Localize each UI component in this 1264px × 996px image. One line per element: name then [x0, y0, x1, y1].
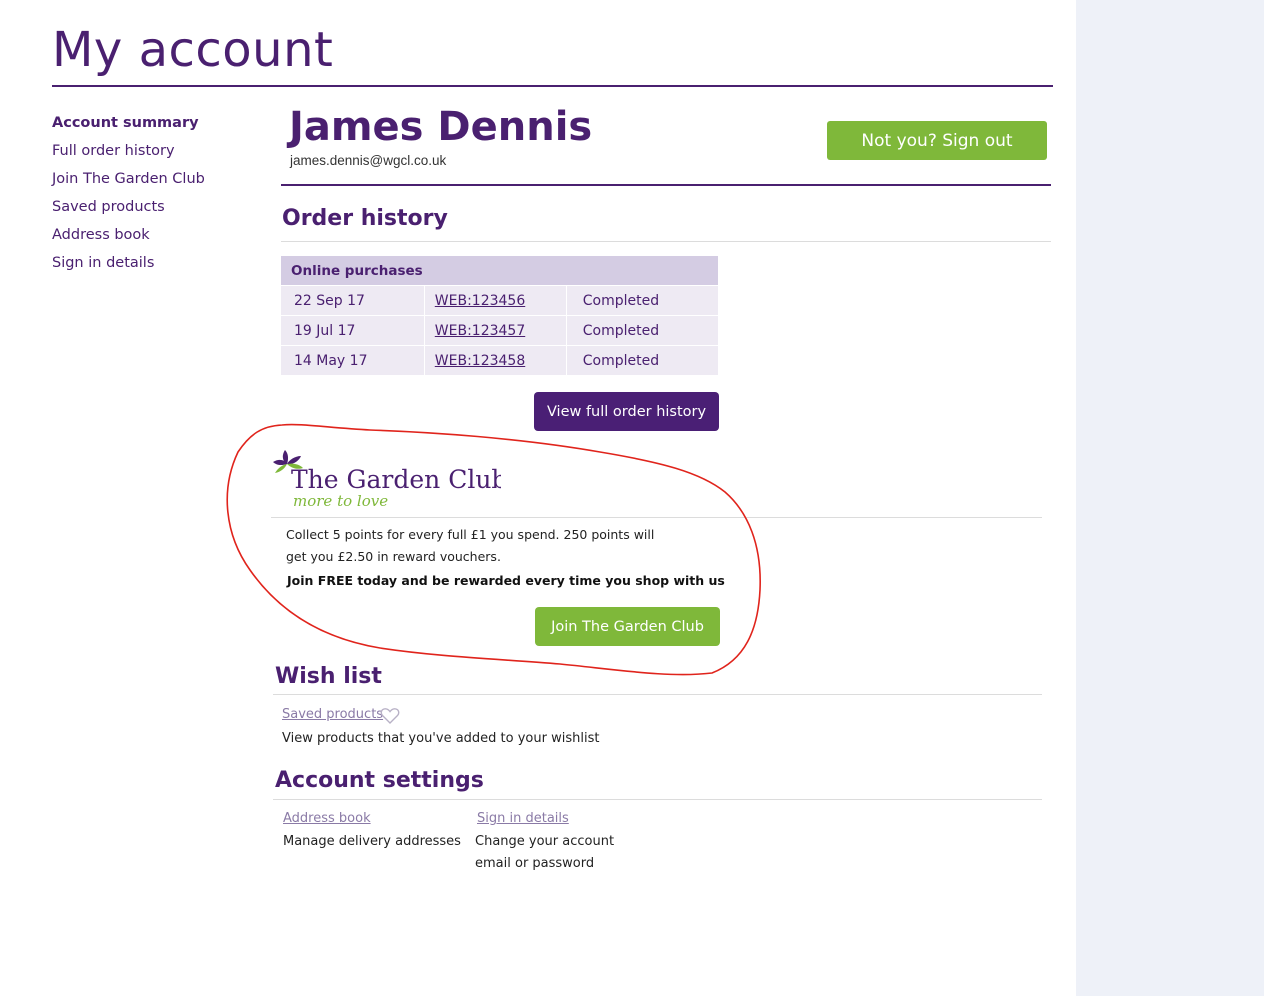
order-number-cell: WEB:123458	[424, 345, 567, 375]
view-full-order-history-button[interactable]: View full order history	[534, 392, 719, 431]
order-status: Completed	[566, 315, 718, 346]
saved-products-link[interactable]: Saved products	[282, 707, 383, 722]
order-status: Completed	[566, 345, 718, 375]
garden-club-logo: The Garden Club more to love	[273, 450, 501, 510]
order-number-link[interactable]: WEB:123458	[435, 353, 525, 369]
sidebar-item-address-book[interactable]: Address book	[52, 224, 252, 252]
heart-icon[interactable]	[380, 707, 400, 725]
garden-club-callout: Join FREE today and be rewarded every ti…	[287, 573, 725, 588]
sidebar-item-saved-products[interactable]: Saved products	[52, 196, 252, 224]
order-date: 19 Jul 17	[281, 315, 425, 346]
sidebar-nav: Account summary Full order history Join …	[52, 112, 252, 280]
garden-club-divider	[271, 517, 1042, 518]
table-header-online-purchases: Online purchases	[281, 256, 718, 286]
right-side-panel	[1076, 0, 1264, 996]
user-name: James Dennis	[289, 104, 593, 150]
order-status: Completed	[566, 285, 718, 316]
order-history-table: Online purchases 22 Sep 17 WEB:123456 Co…	[281, 256, 718, 375]
user-email: james.dennis@wgcl.co.uk	[290, 153, 447, 168]
sidebar-item-join-garden-club[interactable]: Join The Garden Club	[52, 168, 252, 196]
order-number-link[interactable]: WEB:123457	[435, 323, 525, 339]
sign-in-details-link[interactable]: Sign in details	[477, 811, 569, 826]
table-row: 19 Jul 17 WEB:123457 Completed	[281, 315, 718, 346]
join-garden-club-button[interactable]: Join The Garden Club	[535, 607, 720, 646]
sign-in-details-description: Change your account email or password	[475, 834, 615, 871]
table-row: 14 May 17 WEB:123458 Completed	[281, 345, 718, 375]
order-date: 14 May 17	[281, 345, 425, 375]
title-divider	[52, 85, 1053, 87]
page-title: My account	[52, 22, 334, 78]
wish-list-heading: Wish list	[275, 664, 382, 689]
address-book-link[interactable]: Address book	[283, 811, 371, 826]
order-number-link[interactable]: WEB:123456	[435, 293, 525, 309]
order-date: 22 Sep 17	[281, 285, 425, 316]
order-number-cell: WEB:123457	[424, 315, 567, 346]
order-number-cell: WEB:123456	[424, 285, 567, 316]
logo-tagline: more to love	[293, 492, 388, 510]
sidebar-item-full-order-history[interactable]: Full order history	[52, 140, 252, 168]
order-history-divider	[281, 241, 1051, 242]
garden-club-description: Collect 5 points for every full £1 you s…	[286, 527, 655, 564]
account-settings-heading: Account settings	[275, 768, 484, 793]
wish-list-description: View products that you've added to your …	[282, 731, 600, 746]
sidebar-item-account-summary[interactable]: Account summary	[52, 112, 252, 140]
wish-list-divider	[273, 694, 1042, 695]
sidebar-item-sign-in-details[interactable]: Sign in details	[52, 252, 252, 280]
table-row: 22 Sep 17 WEB:123456 Completed	[281, 285, 718, 316]
order-history-heading: Order history	[282, 206, 448, 231]
account-settings-divider	[273, 799, 1042, 800]
address-book-description: Manage delivery addresses	[283, 834, 461, 849]
logo-text: The Garden Club	[291, 465, 501, 494]
sign-out-button[interactable]: Not you? Sign out	[827, 121, 1047, 160]
user-header-divider	[281, 184, 1051, 186]
